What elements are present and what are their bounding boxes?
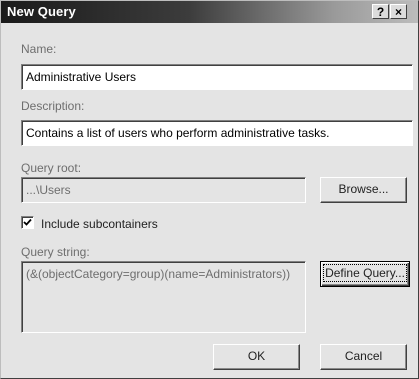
query-root-label: Query root: bbox=[21, 161, 82, 175]
help-button[interactable]: ? bbox=[372, 4, 389, 19]
define-query-label: Define Query... bbox=[323, 264, 407, 282]
include-subcontainers-label[interactable]: Include subcontainers bbox=[41, 217, 158, 231]
query-string-field: (&(objectCategory=group)(name=Administra… bbox=[21, 261, 306, 333]
include-subcontainers-checkbox[interactable] bbox=[21, 216, 34, 229]
new-query-dialog: New Query ? × Name: Administrative Users… bbox=[0, 0, 419, 379]
browse-button[interactable]: Browse... bbox=[320, 177, 407, 203]
ok-button[interactable]: OK bbox=[213, 344, 300, 370]
checkmark-icon bbox=[23, 218, 32, 226]
dialog-title: New Query bbox=[7, 4, 76, 19]
title-bar[interactable]: New Query ? × bbox=[1, 1, 418, 23]
query-string-label: Query string: bbox=[21, 245, 90, 259]
cancel-button[interactable]: Cancel bbox=[320, 344, 407, 370]
define-query-button[interactable]: Define Query... bbox=[320, 261, 410, 287]
close-button[interactable]: × bbox=[390, 4, 407, 19]
name-label: Name: bbox=[21, 42, 57, 56]
description-label: Description: bbox=[21, 99, 85, 113]
name-field[interactable]: Administrative Users bbox=[21, 64, 413, 90]
description-field[interactable]: Contains a list of users who perform adm… bbox=[21, 120, 413, 146]
query-root-field: ...\Users bbox=[21, 177, 306, 203]
